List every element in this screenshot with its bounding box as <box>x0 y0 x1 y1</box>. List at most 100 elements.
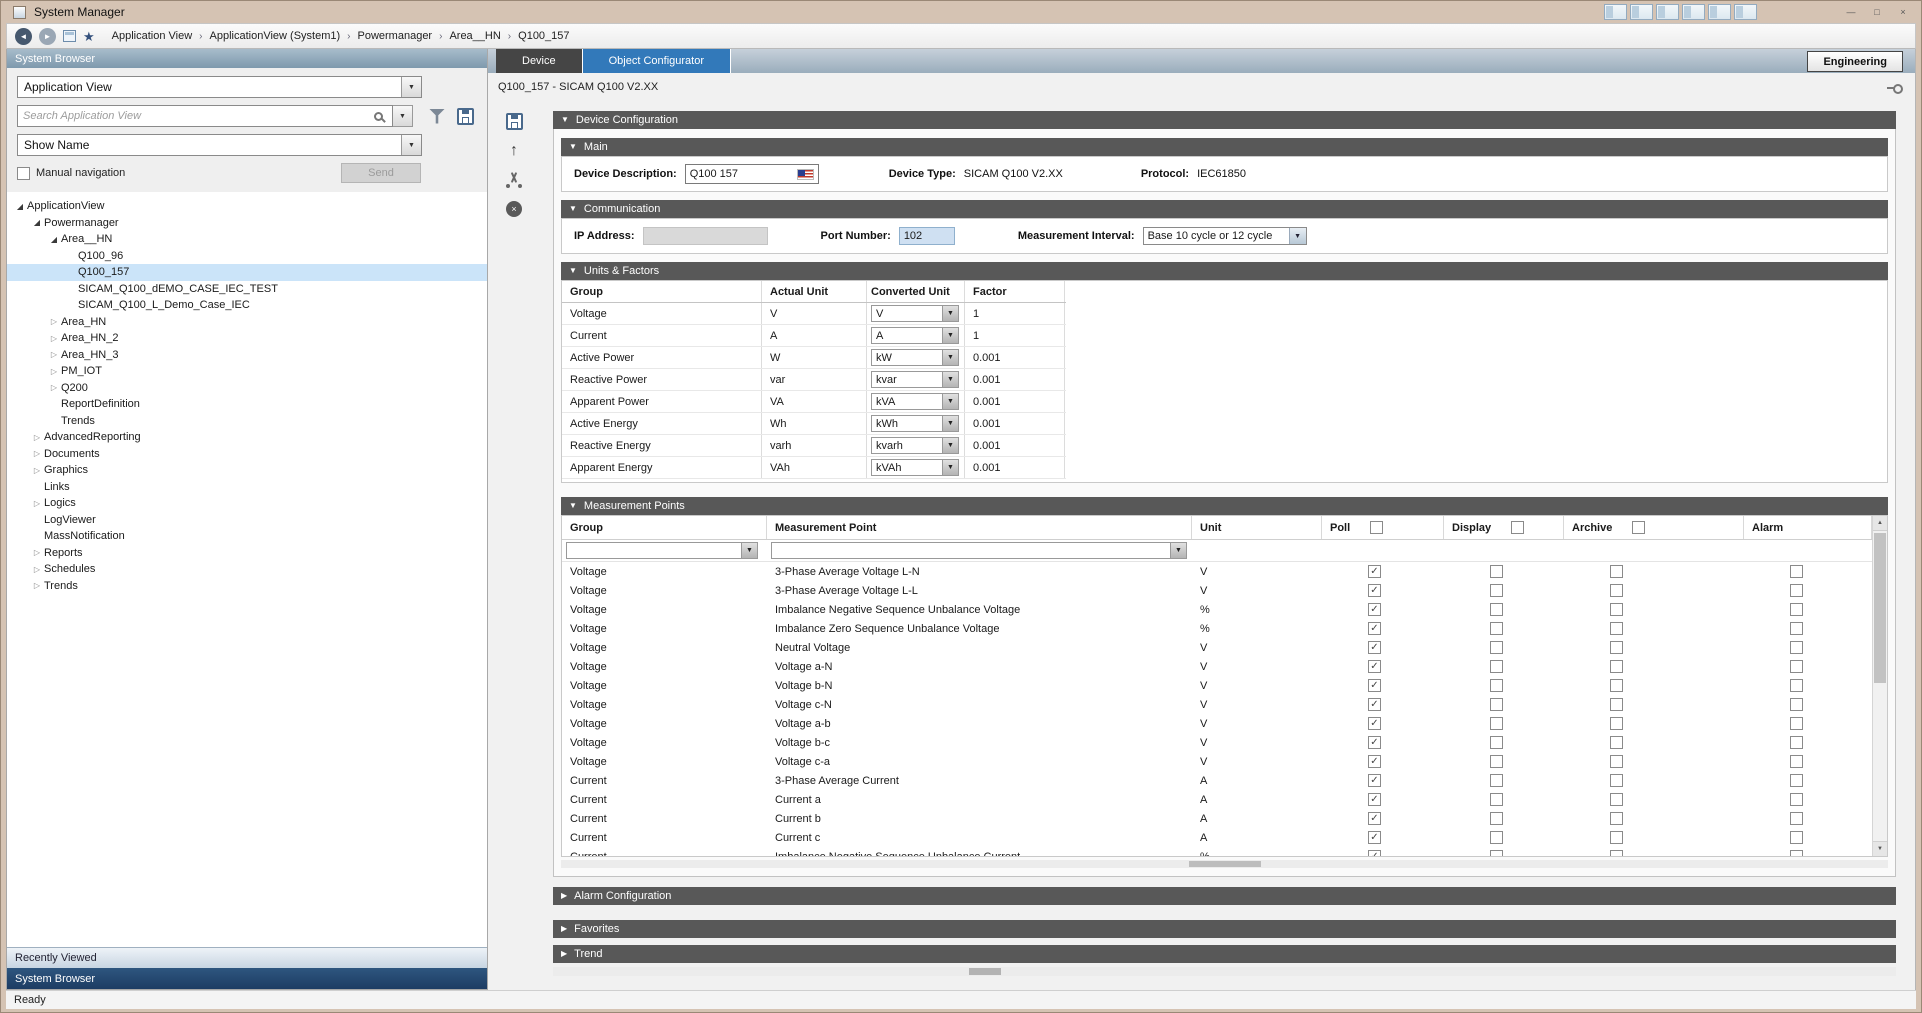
dock-layout-icon[interactable] <box>1604 4 1627 20</box>
display-mode-selector[interactable]: Show Name ▼ <box>17 134 422 156</box>
tree-item[interactable]: Q100_96 <box>7 248 487 265</box>
scroll-up-icon[interactable]: ▲ <box>1873 516 1887 531</box>
display-checkbox[interactable] <box>1490 755 1503 768</box>
poll-checkbox[interactable]: ✓ <box>1368 793 1381 806</box>
content-hscrollbar[interactable] <box>553 967 1896 976</box>
archive-checkbox[interactable] <box>1610 812 1623 825</box>
collapse-arrow-icon[interactable]: ▼ <box>569 502 577 510</box>
cancel-icon[interactable]: × <box>506 201 522 217</box>
collapse-arrow-icon[interactable]: ▶ <box>561 892 567 900</box>
tree-item[interactable]: ▷AdvancedReporting <box>7 429 487 446</box>
chevron-down-icon[interactable]: ▼ <box>942 416 958 431</box>
converted-unit-dropdown[interactable]: kWh▼ <box>871 415 959 432</box>
manual-navigation-checkbox[interactable] <box>17 167 30 180</box>
up-arrow-icon[interactable]: ↑ <box>510 143 518 159</box>
tree-item[interactable]: ◢Area__HN <box>7 231 487 248</box>
tree-item[interactable]: ▷Logics <box>7 495 487 512</box>
archive-checkbox[interactable] <box>1610 603 1623 616</box>
scroll-down-icon[interactable]: ▼ <box>1873 841 1887 856</box>
poll-checkbox[interactable]: ✓ <box>1368 736 1381 749</box>
send-button[interactable]: Send <box>341 163 421 183</box>
group-filter-dropdown[interactable]: ▼ <box>566 542 758 559</box>
alarm-checkbox[interactable] <box>1790 736 1803 749</box>
tree-collapsed-icon[interactable]: ▷ <box>30 581 44 590</box>
filter-icon[interactable] <box>429 109 445 124</box>
collapse-arrow-icon[interactable]: ▼ <box>569 143 577 151</box>
archive-checkbox[interactable] <box>1610 679 1623 692</box>
poll-checkbox[interactable]: ✓ <box>1368 755 1381 768</box>
tree-item[interactable]: ▷Area_HN <box>7 314 487 331</box>
section-communication[interactable]: ▼ Communication <box>561 200 1888 218</box>
tree-collapsed-icon[interactable]: ▷ <box>47 334 61 343</box>
section-trend[interactable]: ▶ Trend <box>553 945 1896 963</box>
display-checkbox[interactable] <box>1490 622 1503 635</box>
archive-checkbox[interactable] <box>1610 565 1623 578</box>
converted-unit-dropdown[interactable]: A▼ <box>871 327 959 344</box>
chevron-down-icon[interactable]: ▼ <box>942 328 958 343</box>
breadcrumb-item[interactable]: Q100_157 <box>518 30 569 42</box>
poll-checkbox[interactable]: ✓ <box>1368 622 1381 635</box>
back-button[interactable]: ◄ <box>15 28 32 45</box>
chevron-down-icon[interactable]: ▼ <box>942 350 958 365</box>
tree-item[interactable]: ▷Area_HN_2 <box>7 330 487 347</box>
tree-item[interactable]: ▷Documents <box>7 446 487 463</box>
display-checkbox[interactable] <box>1490 565 1503 578</box>
tab-object-configurator[interactable]: Object Configurator <box>583 49 731 73</box>
archive-checkbox[interactable] <box>1610 660 1623 673</box>
favorite-star-icon[interactable]: ★ <box>83 30 95 43</box>
view-selector[interactable]: Application View ▼ <box>17 76 422 98</box>
section-device-configuration[interactable]: ▼ Device Configuration <box>553 111 1896 129</box>
tree-collapsed-icon[interactable]: ▷ <box>30 466 44 475</box>
display-checkbox[interactable] <box>1490 641 1503 654</box>
tree-item[interactable]: ▷Schedules <box>7 561 487 578</box>
tree-collapsed-icon[interactable]: ▷ <box>30 449 44 458</box>
display-checkbox[interactable] <box>1490 831 1503 844</box>
converted-unit-dropdown[interactable]: V▼ <box>871 305 959 322</box>
display-checkbox[interactable] <box>1490 660 1503 673</box>
alarm-checkbox[interactable] <box>1790 717 1803 730</box>
chevron-down-icon[interactable]: ▼ <box>1289 228 1306 244</box>
alarm-checkbox[interactable] <box>1790 812 1803 825</box>
tree-collapsed-icon[interactable]: ▷ <box>47 317 61 326</box>
collapse-arrow-icon[interactable]: ▼ <box>569 205 577 213</box>
converted-unit-dropdown[interactable]: kvarh▼ <box>871 437 959 454</box>
converted-unit-dropdown[interactable]: kVAh▼ <box>871 459 959 476</box>
pin-icon[interactable] <box>1887 84 1903 92</box>
tree-item[interactable]: SICAM_Q100_dEMO_CASE_IEC_TEST <box>7 281 487 298</box>
dock-layout-icon[interactable] <box>1708 4 1731 20</box>
poll-checkbox[interactable]: ✓ <box>1368 603 1381 616</box>
display-checkbox[interactable] <box>1490 850 1503 857</box>
minimize-button[interactable]: — <box>1841 5 1861 20</box>
collapse-arrow-icon[interactable]: ▼ <box>561 116 569 124</box>
chevron-down-icon[interactable]: ▼ <box>1170 543 1186 558</box>
dock-layout-icon[interactable] <box>1682 4 1705 20</box>
display-checkbox[interactable] <box>1490 736 1503 749</box>
breadcrumb-item[interactable]: Powermanager <box>358 30 433 42</box>
display-checkbox[interactable] <box>1490 812 1503 825</box>
measurement-point-filter-dropdown[interactable]: ▼ <box>771 542 1187 559</box>
tab-device[interactable]: Device <box>496 49 583 73</box>
scrollbar-thumb[interactable] <box>1189 861 1261 867</box>
tree-item[interactable]: ▷Trends <box>7 578 487 595</box>
alarm-checkbox[interactable] <box>1790 565 1803 578</box>
engineering-tab[interactable]: Engineering <box>1807 51 1903 72</box>
tree-item[interactable]: ▷PM_IOT <box>7 363 487 380</box>
tree-item[interactable]: ▷Q200 <box>7 380 487 397</box>
converted-unit-dropdown[interactable]: kVA▼ <box>871 393 959 410</box>
port-number-input[interactable]: 102 <box>899 227 955 245</box>
poll-checkbox[interactable]: ✓ <box>1368 698 1381 711</box>
tree-expanded-icon[interactable]: ◢ <box>13 202 27 211</box>
mp-hscrollbar[interactable] <box>561 860 1888 868</box>
tree-item[interactable]: ◢Powermanager <box>7 215 487 232</box>
converted-unit-dropdown[interactable]: kW▼ <box>871 349 959 366</box>
tree-expanded-icon[interactable]: ◢ <box>47 235 61 244</box>
device-description-input[interactable]: Q100 157 <box>685 164 819 184</box>
archive-checkbox[interactable] <box>1610 698 1623 711</box>
tree-collapsed-icon[interactable]: ▷ <box>30 548 44 557</box>
alarm-checkbox[interactable] <box>1790 850 1803 857</box>
select-all-archive-checkbox[interactable] <box>1632 521 1645 534</box>
ip-address-input[interactable] <box>643 227 768 245</box>
alarm-checkbox[interactable] <box>1790 660 1803 673</box>
alarm-checkbox[interactable] <box>1790 584 1803 597</box>
tree-collapsed-icon[interactable]: ▷ <box>47 350 61 359</box>
